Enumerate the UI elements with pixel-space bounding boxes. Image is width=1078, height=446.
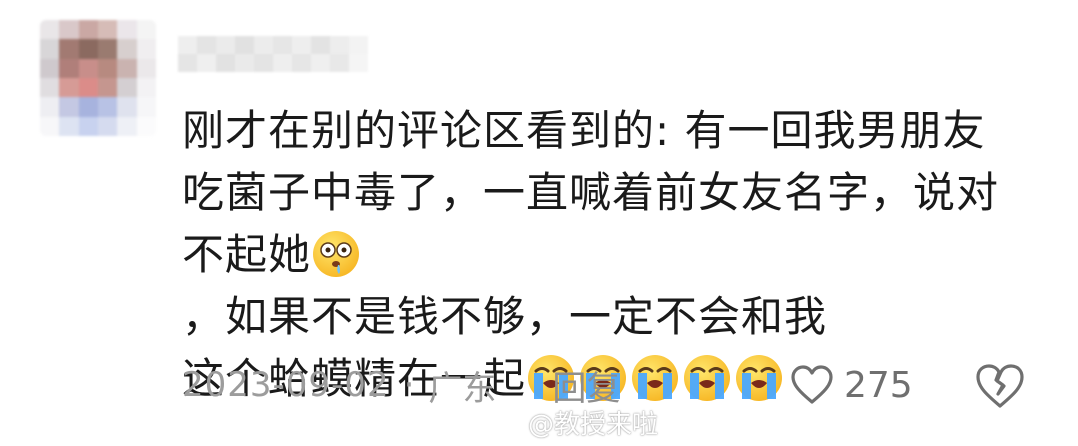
comment-location: 广东 [428, 368, 497, 409]
comment-line: 刚才在别的评论区看到的: 有一回我男朋友 [182, 106, 986, 155]
dizzy-drool-emoji [313, 231, 360, 277]
comment-line: 不起她 [182, 224, 1042, 286]
loudly-crying-emoji [684, 355, 731, 401]
comment-line: 吃菌子中毒了，一直喊着前女友名字，说对 [182, 168, 1000, 217]
loudly-crying-emoji [736, 355, 783, 401]
username[interactable] [178, 36, 368, 72]
watermark: @教授来啦 [488, 402, 658, 442]
comment-line-text: ，如果不是钱不够，一定不会和我 [182, 292, 828, 341]
like-button[interactable]: 275 [790, 360, 913, 410]
loudly-crying-emoji [632, 355, 679, 401]
comment-card: 刚才在别的评论区看到的: 有一回我男朋友 吃菌子中毒了，一直喊着前女友名字，说对… [0, 0, 1078, 446]
meta-separator: · [403, 365, 415, 405]
heart-outline-icon [791, 365, 833, 404]
weibo-logo-icon [488, 410, 521, 436]
avatar[interactable] [40, 20, 156, 136]
like-count: 275 [844, 364, 913, 406]
comment-date: 2023-09-02 [182, 365, 390, 405]
comment-line: ，如果不是钱不够，一定不会和我 [182, 286, 1042, 348]
broken-heart-icon[interactable] [974, 362, 1026, 410]
comment-line-text: 不起她 [182, 230, 312, 279]
watermark-text: @教授来啦 [528, 409, 659, 440]
